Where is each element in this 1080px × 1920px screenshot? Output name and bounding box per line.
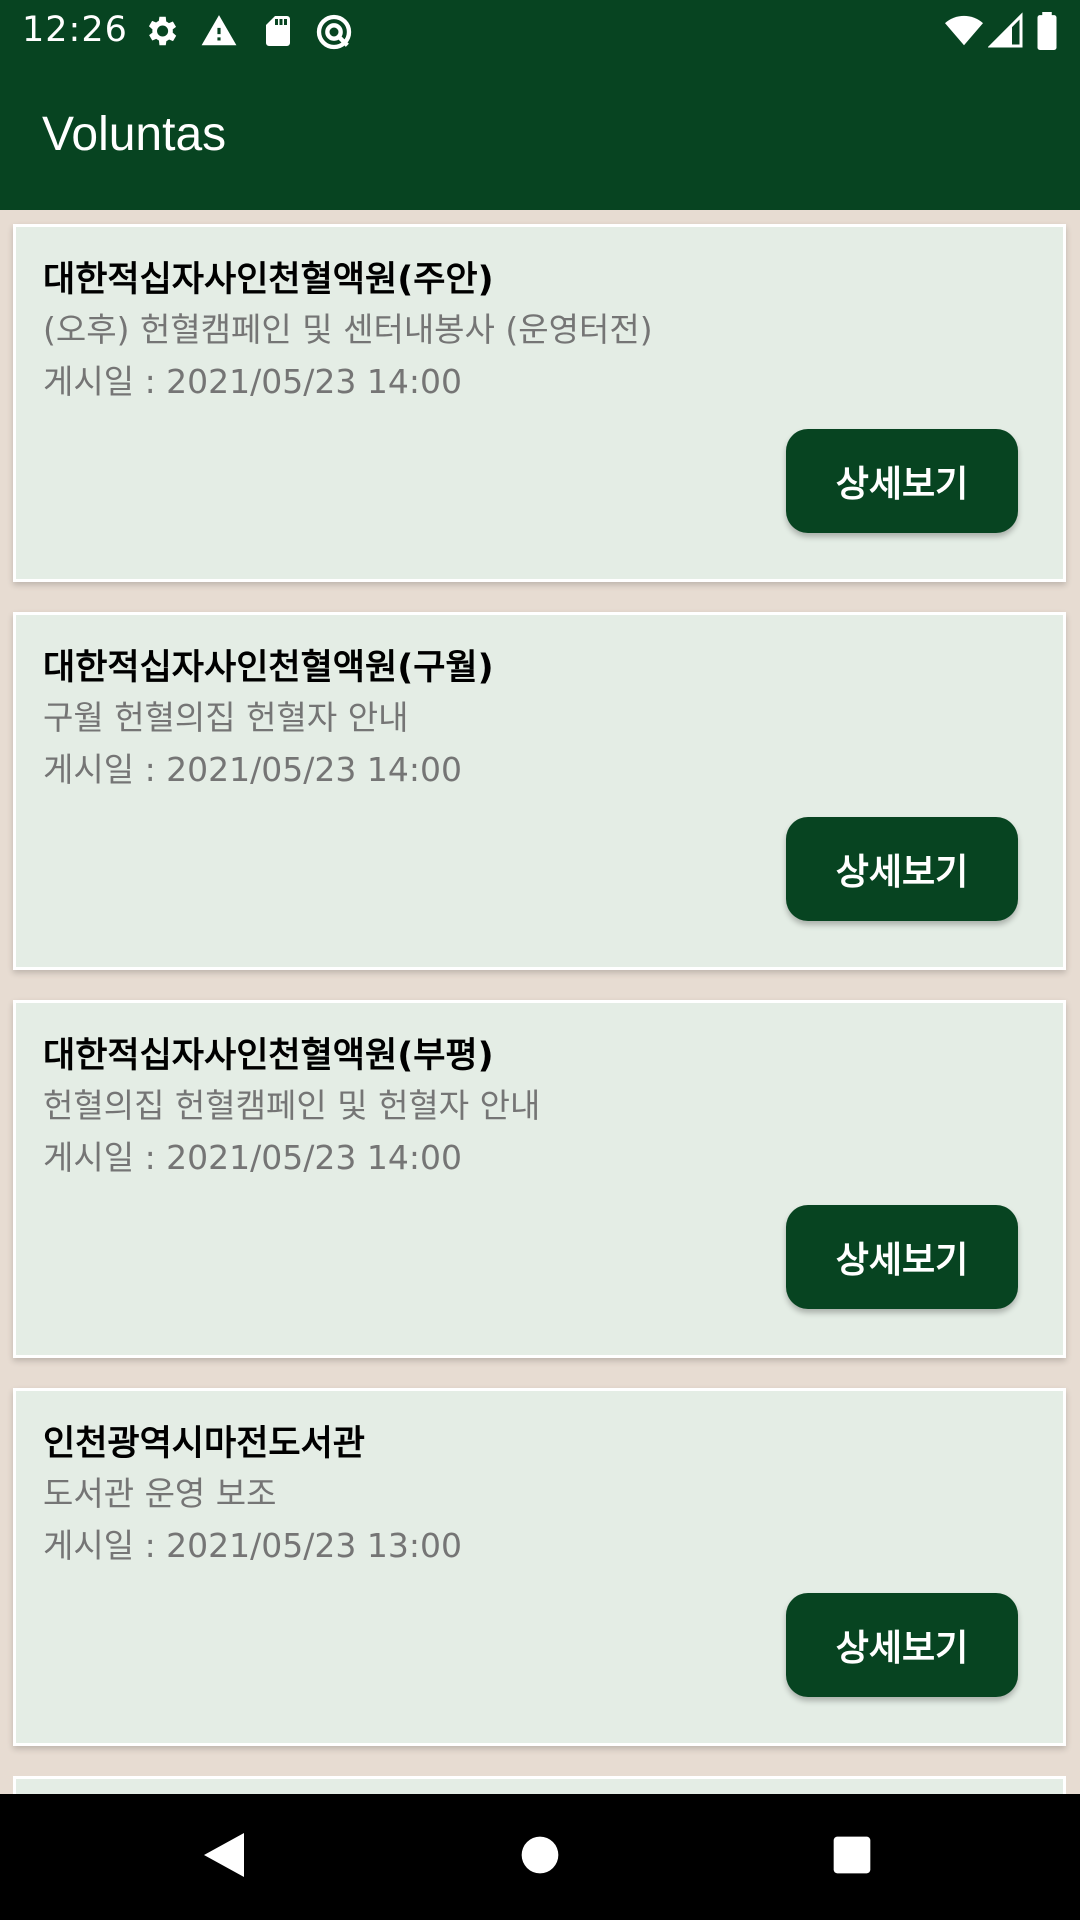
home-icon[interactable] <box>518 1829 562 1885</box>
card-description: 헌혈의집 헌혈캠페인 및 헌혈자 안내 <box>43 1086 541 1125</box>
status-time: 12:26 <box>22 10 128 50</box>
card-description: 구월 헌혈의집 헌혈자 안내 <box>43 698 409 737</box>
card-title: 대한적십자사인천혈액원(구월) <box>43 648 494 688</box>
app-title: Voluntas <box>42 108 227 161</box>
volunteer-list[interactable]: 대한적십자사인천혈액원(주안) (오후) 헌혈캠페인 및 센터내봉사 (운영터전… <box>0 210 1080 1794</box>
signal-icon <box>987 12 1024 54</box>
detail-button[interactable]: 상세보기 <box>786 817 1018 921</box>
list-item[interactable]: 대한적십자사인천혈액원(구월) 구월 헌혈의집 헌혈자 안내 게시일 : 202… <box>13 612 1066 970</box>
detail-button[interactable]: 상세보기 <box>786 429 1018 533</box>
detail-button[interactable]: 상세보기 <box>786 1593 1018 1697</box>
sync-icon <box>314 12 354 56</box>
card-title: 인천광역시마전도서관 <box>43 1424 366 1464</box>
battery-icon <box>1036 12 1058 54</box>
list-item[interactable]: 대한적십자사인천혈액원(주안) (오후) 헌혈캠페인 및 센터내봉사 (운영터전… <box>13 224 1066 582</box>
card-title: 대한적십자사인천혈액원(주안) <box>43 260 494 300</box>
list-item-partial[interactable] <box>13 1776 1066 1794</box>
card-date: 게시일 : 2021/05/23 13:00 <box>43 1526 462 1565</box>
recents-icon[interactable] <box>830 1829 874 1885</box>
warning-icon <box>200 12 238 54</box>
settings-icon <box>142 12 180 54</box>
status-bar: 12:26 <box>0 0 1080 63</box>
back-icon[interactable] <box>200 1829 248 1885</box>
navigation-bar <box>0 1794 1080 1920</box>
app-bar: Voluntas <box>0 63 1080 210</box>
sd-card-icon <box>260 12 296 54</box>
card-date: 게시일 : 2021/05/23 14:00 <box>43 362 462 401</box>
card-description: 도서관 운영 보조 <box>43 1474 277 1513</box>
card-date: 게시일 : 2021/05/23 14:00 <box>43 750 462 789</box>
list-item[interactable]: 인천광역시마전도서관 도서관 운영 보조 게시일 : 2021/05/23 13… <box>13 1388 1066 1746</box>
detail-button[interactable]: 상세보기 <box>786 1205 1018 1309</box>
list-item[interactable]: 대한적십자사인천혈액원(부평) 헌혈의집 헌혈캠페인 및 헌혈자 안내 게시일 … <box>13 1000 1066 1358</box>
card-description: (오후) 헌혈캠페인 및 센터내봉사 (운영터전) <box>43 310 653 349</box>
card-title: 대한적십자사인천혈액원(부평) <box>43 1036 494 1076</box>
wifi-icon <box>944 12 984 54</box>
card-date: 게시일 : 2021/05/23 14:00 <box>43 1138 462 1177</box>
